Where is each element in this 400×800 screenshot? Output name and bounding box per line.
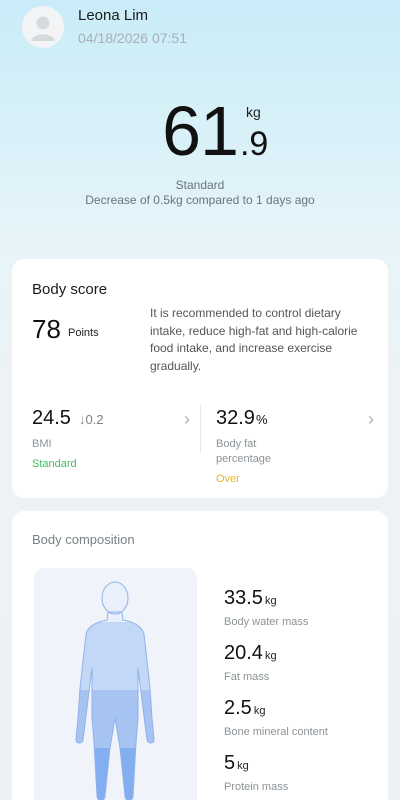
protein-mass-label: Protein mass [224, 781, 289, 793]
weight-integer: 61 [162, 92, 239, 170]
body-fat-metric[interactable]: 32.9 % Body fat percentage Over › [216, 407, 386, 485]
metric-divider [200, 405, 201, 453]
body-score-value: 78 [32, 314, 61, 344]
bmi-metric[interactable]: 24.5 ↓0.2 BMI Standard › [32, 407, 202, 479]
composition-list: 33.5 kg Body water mass 20.4 kg Fat mass 2… [224, 587, 374, 800]
chevron-right-icon: › [184, 409, 190, 429]
protein-mass-value: 5 [224, 752, 236, 774]
bmi-value: 24.5 [32, 407, 71, 429]
body-fat-status: Over [216, 473, 240, 485]
measurement-datetime: 04/18/2026 07:51 [78, 30, 187, 46]
chevron-right-icon: › [368, 409, 374, 429]
bmi-status: Standard [32, 458, 77, 470]
weight-unit: kg [245, 104, 261, 120]
body-silhouette-icon [34, 568, 197, 800]
bone-mineral-value: 2.5 [224, 697, 252, 719]
body-fat-value: 32.9 [216, 407, 255, 429]
user-header: Leona Lim 04/18/2026 07:51 [22, 6, 187, 48]
user-info: Leona Lim 04/18/2026 07:51 [78, 6, 187, 48]
bmi-label: BMI [32, 438, 52, 450]
body-water-unit: kg [264, 595, 277, 607]
fat-mass-unit: kg [264, 650, 277, 662]
fat-mass-label: Fat mass [224, 671, 270, 683]
weight-status: Standard [175, 178, 225, 192]
body-composition-title: Body composition [32, 532, 135, 547]
protein-mass-unit: kg [237, 760, 249, 772]
bone-mineral-label: Bone mineral content [224, 726, 328, 738]
list-item: 2.5 kg Bone mineral content [224, 697, 374, 752]
body-score-title: Body score [32, 281, 108, 298]
weight-decimal: .9 [239, 125, 269, 163]
body-fat-unit: % [255, 412, 268, 427]
user-name: Leona Lim [78, 7, 149, 24]
weight-change: Decrease of 0.5kg compared to 1 days ago [85, 193, 315, 207]
bone-mineral-unit: kg [253, 705, 266, 717]
body-fat-label: Body fat percentage [216, 438, 272, 465]
body-score-unit: Points [68, 327, 99, 339]
fat-mass-value: 20.4 [224, 642, 263, 664]
body-score-card: Body score 78 Points It is recommended t… [12, 259, 388, 498]
body-score-advice: It is recommended to control dietary int… [150, 306, 358, 373]
list-item: 33.5 kg Body water mass [224, 587, 374, 642]
bmi-delta: ↓0.2 [78, 412, 104, 427]
list-item: 5 kg Protein mass [224, 752, 374, 800]
body-water-value: 33.5 [224, 587, 263, 609]
body-water-label: Body water mass [224, 616, 309, 628]
list-item: 20.4 kg Fat mass [224, 642, 374, 697]
body-composition-card: Body composition 33.5 kg Body water mass… [12, 511, 388, 800]
weight-display: 61 .9 kg [0, 92, 400, 170]
person-avatar-icon[interactable] [22, 6, 64, 48]
